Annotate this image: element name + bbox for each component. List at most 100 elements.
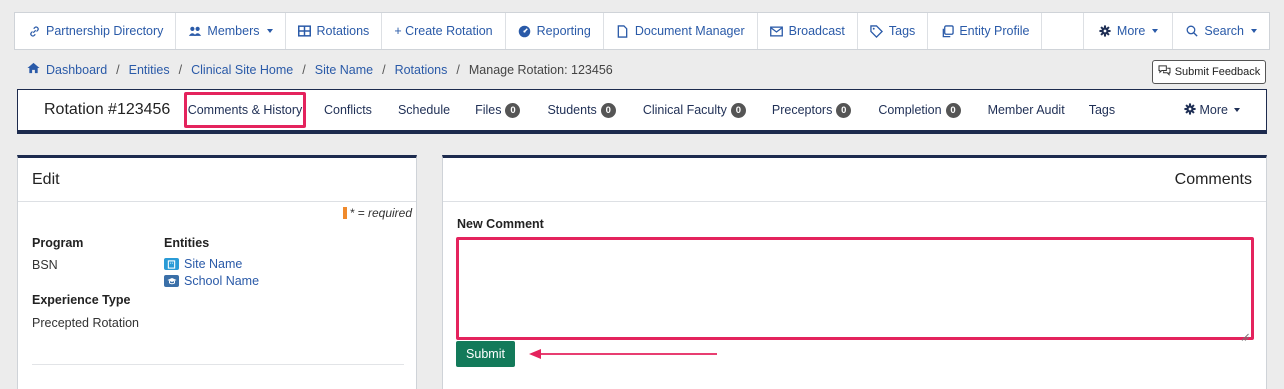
tab-label: Tags bbox=[1088, 103, 1116, 117]
submit-comment-button[interactable]: Submit bbox=[456, 341, 515, 367]
tab-students[interactable]: Students 0 bbox=[547, 102, 616, 118]
link-icon bbox=[27, 24, 41, 38]
search-icon bbox=[1185, 24, 1199, 38]
grid-icon bbox=[298, 24, 312, 38]
breadcrumb-entities[interactable]: Entities bbox=[129, 63, 170, 77]
tab-schedule[interactable]: Schedule bbox=[398, 103, 450, 117]
tab-label: Member Audit bbox=[987, 103, 1065, 117]
graduation-cap-icon bbox=[164, 275, 179, 287]
rotation-tab-bar: Rotation #123456 Comments & History Conf… bbox=[17, 89, 1267, 134]
submit-feedback-button[interactable]: Submit Feedback bbox=[1152, 60, 1266, 84]
nav-broadcast[interactable]: Broadcast bbox=[758, 13, 858, 49]
count-badge: 0 bbox=[505, 102, 521, 118]
count-badge: 0 bbox=[945, 102, 961, 118]
tab-files[interactable]: Files 0 bbox=[475, 102, 521, 118]
nav-more[interactable]: More bbox=[1084, 13, 1174, 49]
nav-tags[interactable]: Tags bbox=[858, 13, 929, 49]
nav-document-manager[interactable]: Document Manager bbox=[604, 13, 758, 49]
tab-tags[interactable]: Tags bbox=[1089, 103, 1115, 117]
program-value: BSN bbox=[32, 258, 58, 272]
chevron-down-icon bbox=[1152, 29, 1159, 33]
nav-spacer bbox=[1042, 13, 1084, 49]
tab-label: Schedule bbox=[397, 103, 451, 117]
edit-panel: Edit * = required Program BSN Entities S… bbox=[17, 155, 417, 389]
members-icon bbox=[188, 24, 202, 38]
comments-panel: Comments New Comment Submit bbox=[442, 155, 1267, 389]
tab-comments-history[interactable]: Comments & History bbox=[184, 92, 306, 128]
section-divider bbox=[32, 364, 404, 365]
tab-label: Completion bbox=[878, 103, 942, 117]
nav-label: Broadcast bbox=[788, 24, 845, 38]
tab-completion[interactable]: Completion 0 bbox=[878, 102, 961, 118]
breadcrumb-separator: / bbox=[116, 62, 120, 77]
experience-type-label: Experience Type bbox=[32, 293, 131, 307]
tab-label: Files bbox=[475, 103, 502, 117]
nav-label: Document Manager bbox=[634, 24, 745, 38]
breadcrumb-rotations[interactable]: Rotations bbox=[395, 63, 448, 77]
tab-label: More bbox=[1199, 103, 1228, 117]
tab-more[interactable]: More bbox=[1183, 102, 1240, 118]
chevron-down-icon bbox=[1234, 108, 1240, 112]
required-marker bbox=[342, 207, 347, 219]
edit-panel-header: Edit bbox=[18, 158, 416, 202]
document-icon bbox=[616, 24, 630, 38]
experience-type-value: Precepted Rotation bbox=[32, 316, 140, 330]
nav-label: Members bbox=[207, 24, 260, 38]
nav-entity-profile[interactable]: Entity Profile bbox=[928, 13, 1043, 49]
resize-handle-icon[interactable] bbox=[1241, 330, 1249, 341]
nav-search[interactable]: Search bbox=[1173, 13, 1269, 49]
nav-create-rotation[interactable]: + Create Rotation bbox=[382, 13, 506, 49]
nav-reporting[interactable]: Reporting bbox=[506, 13, 604, 49]
breadcrumb-current: Manage Rotation: 123456 bbox=[468, 62, 613, 77]
home-icon bbox=[27, 62, 40, 77]
gear-icon bbox=[1098, 24, 1112, 38]
entity-school-link[interactable]: School Name bbox=[164, 274, 259, 288]
page: Partnership Directory Members Rotations … bbox=[0, 0, 1284, 389]
building-icon bbox=[164, 258, 179, 270]
top-navigation: Partnership Directory Members Rotations … bbox=[14, 12, 1270, 50]
nav-label: Tags bbox=[888, 24, 916, 38]
entity-label: School Name bbox=[184, 274, 260, 288]
breadcrumb-separator: / bbox=[456, 62, 460, 77]
breadcrumb-separator: / bbox=[178, 62, 183, 77]
edit-panel-title: Edit bbox=[32, 170, 60, 188]
new-comment-textarea[interactable] bbox=[456, 237, 1254, 340]
arrow-annotation-icon bbox=[529, 349, 717, 359]
breadcrumb-clinical-site-home[interactable]: Clinical Site Home bbox=[191, 63, 293, 77]
nav-label: + Create Rotation bbox=[394, 24, 493, 38]
breadcrumb-site-name[interactable]: Site Name bbox=[315, 63, 373, 77]
copy-icon bbox=[940, 24, 954, 38]
breadcrumb-separator: / bbox=[382, 62, 386, 77]
feedback-icon bbox=[1158, 65, 1171, 79]
nav-label: More bbox=[1116, 24, 1146, 38]
nav-members[interactable]: Members bbox=[176, 13, 286, 49]
chevron-down-icon bbox=[266, 29, 273, 33]
tab-preceptors[interactable]: Preceptors 0 bbox=[771, 102, 852, 118]
rotation-title: Rotation #123456 bbox=[44, 101, 171, 118]
required-note: * = required bbox=[342, 206, 412, 220]
program-label: Program bbox=[32, 236, 84, 250]
tab-label: Conflicts bbox=[324, 103, 372, 117]
comments-panel-header: Comments bbox=[443, 158, 1266, 202]
tab-label: Preceptors bbox=[771, 103, 833, 117]
entity-site-link[interactable]: Site Name bbox=[164, 257, 242, 271]
tab-clinical-faculty[interactable]: Clinical Faculty 0 bbox=[642, 102, 746, 118]
breadcrumb-dashboard[interactable]: Dashboard bbox=[46, 63, 107, 77]
entity-label: Site Name bbox=[184, 257, 243, 271]
nav-label: Rotations bbox=[316, 24, 370, 38]
tab-label: Clinical Faculty bbox=[642, 103, 727, 117]
nav-partnership-directory[interactable]: Partnership Directory bbox=[15, 13, 177, 49]
tab-conflicts[interactable]: Conflicts bbox=[324, 103, 372, 117]
count-badge: 0 bbox=[600, 102, 616, 118]
gauge-icon bbox=[518, 24, 532, 38]
count-badge: 0 bbox=[730, 102, 746, 118]
tab-member-audit[interactable]: Member Audit bbox=[988, 103, 1065, 117]
nav-label: Reporting bbox=[536, 24, 591, 38]
comments-panel-title: Comments bbox=[1174, 170, 1252, 188]
nav-rotations[interactable]: Rotations bbox=[286, 13, 383, 49]
tab-label: Comments & History bbox=[187, 103, 303, 117]
feedback-label: Submit Feedback bbox=[1174, 66, 1261, 78]
gear-icon bbox=[1183, 102, 1196, 118]
nav-label: Search bbox=[1204, 24, 1244, 38]
new-comment-label: New Comment bbox=[457, 217, 544, 231]
